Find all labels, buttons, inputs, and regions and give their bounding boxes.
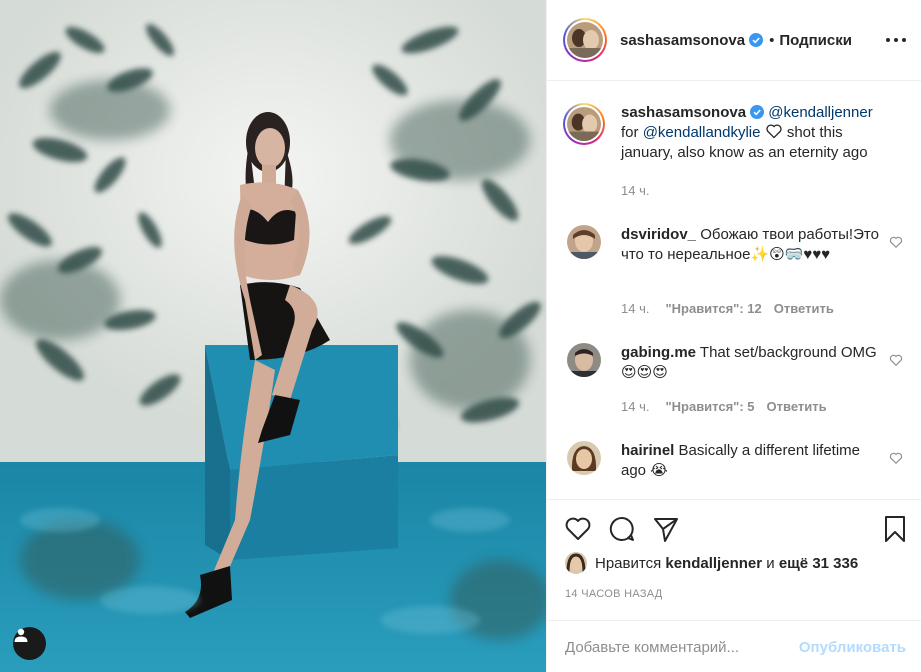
like-comment-heart-icon[interactable] xyxy=(889,451,903,465)
liker-avatar[interactable] xyxy=(565,552,587,574)
comment-likes[interactable]: "Нравится": 12 xyxy=(665,301,761,316)
comment-time: 14 ч. xyxy=(621,301,650,316)
separator-dot: • xyxy=(769,31,775,49)
caption-username[interactable]: sashasamsonova xyxy=(621,104,746,121)
comment-username[interactable]: gabing.me xyxy=(621,344,696,361)
post-photo[interactable] xyxy=(0,0,546,672)
comment-likes[interactable]: "Нравится": 5 xyxy=(665,399,754,414)
post-header: sashasamsonova • Подписки xyxy=(547,0,921,81)
photo-artwork xyxy=(0,0,546,672)
comment-icon[interactable] xyxy=(607,514,637,544)
verified-badge-icon xyxy=(749,33,764,47)
add-comment-section: Опубликовать xyxy=(547,620,921,672)
comment-emoji: 😭 xyxy=(650,462,668,479)
comment-body: dsviridov_ Обожаю твои работы!Это что то… xyxy=(621,225,883,265)
post-actions: Нравится kendalljenner и ещё 31 336 14 Ч… xyxy=(547,499,921,672)
bookmark-icon[interactable] xyxy=(880,514,910,544)
comment-body: gabing.me That set/background OMG 😍😍😍 xyxy=(621,343,883,383)
comment-input[interactable] xyxy=(565,638,799,656)
comment-emoji: 😍😍😍 xyxy=(621,364,668,381)
reply-button[interactable]: Ответить xyxy=(774,301,834,316)
caption-word: for xyxy=(621,124,639,141)
likes-count[interactable]: ещё 31 336 xyxy=(779,555,858,572)
comments-list[interactable]: sashasamsonova @kendalljenner for @kenda… xyxy=(547,81,921,499)
reply-button[interactable]: Ответить xyxy=(767,399,827,414)
comment-text: That set/background OMG xyxy=(699,344,877,361)
post-timestamp[interactable]: 14 ЧАСОВ НАЗАД xyxy=(565,588,663,600)
comment-username[interactable]: dsviridov_ xyxy=(621,226,696,243)
person-icon xyxy=(14,628,28,642)
like-comment-heart-icon[interactable] xyxy=(889,235,903,249)
caption-time: 14 ч. xyxy=(621,183,650,198)
publish-button[interactable]: Опубликовать xyxy=(799,639,906,656)
likes-prefix: Нравится xyxy=(595,554,662,572)
verified-badge-icon xyxy=(750,105,765,119)
heart-outline-icon xyxy=(766,124,782,139)
caption-text: sashasamsonova @kendalljenner for @kenda… xyxy=(621,103,891,163)
comment-meta: 14 ч. "Нравится": 12 Ответить xyxy=(621,301,834,316)
comment-time: 14 ч. xyxy=(621,399,650,414)
post-panel: sashasamsonova • Подписки sashasamsonova… xyxy=(546,0,921,672)
commenter-avatar[interactable] xyxy=(567,441,601,475)
comment-meta: 14 ч. "Нравится": 5 Ответить xyxy=(621,399,827,414)
likes-user[interactable]: kendalljenner xyxy=(665,555,762,572)
paper-plane-icon[interactable] xyxy=(651,514,681,544)
mention-link[interactable]: @kendallandkylie xyxy=(643,124,761,141)
comment-body: hairinel Basically a different lifetime … xyxy=(621,441,883,481)
comment-username[interactable]: hairinel xyxy=(621,442,674,459)
following-button[interactable]: Подписки xyxy=(779,32,852,49)
author-avatar[interactable] xyxy=(563,18,607,62)
like-comment-heart-icon[interactable] xyxy=(889,353,903,367)
likes-summary: Нравится kendalljenner и ещё 31 336 xyxy=(565,552,858,574)
ellipsis-icon[interactable] xyxy=(886,30,906,50)
comment-emoji: ✨😲🥽♥♥♥ xyxy=(750,246,831,263)
likes-and: и xyxy=(766,554,775,572)
heart-icon[interactable] xyxy=(563,514,593,544)
commenter-avatar[interactable] xyxy=(567,225,601,259)
user-tags-button[interactable] xyxy=(13,627,46,660)
mention-link[interactable]: @kendalljenner xyxy=(768,104,872,121)
author-username[interactable]: sashasamsonova xyxy=(620,32,745,49)
caption-avatar[interactable] xyxy=(563,103,605,145)
commenter-avatar[interactable] xyxy=(567,343,601,377)
